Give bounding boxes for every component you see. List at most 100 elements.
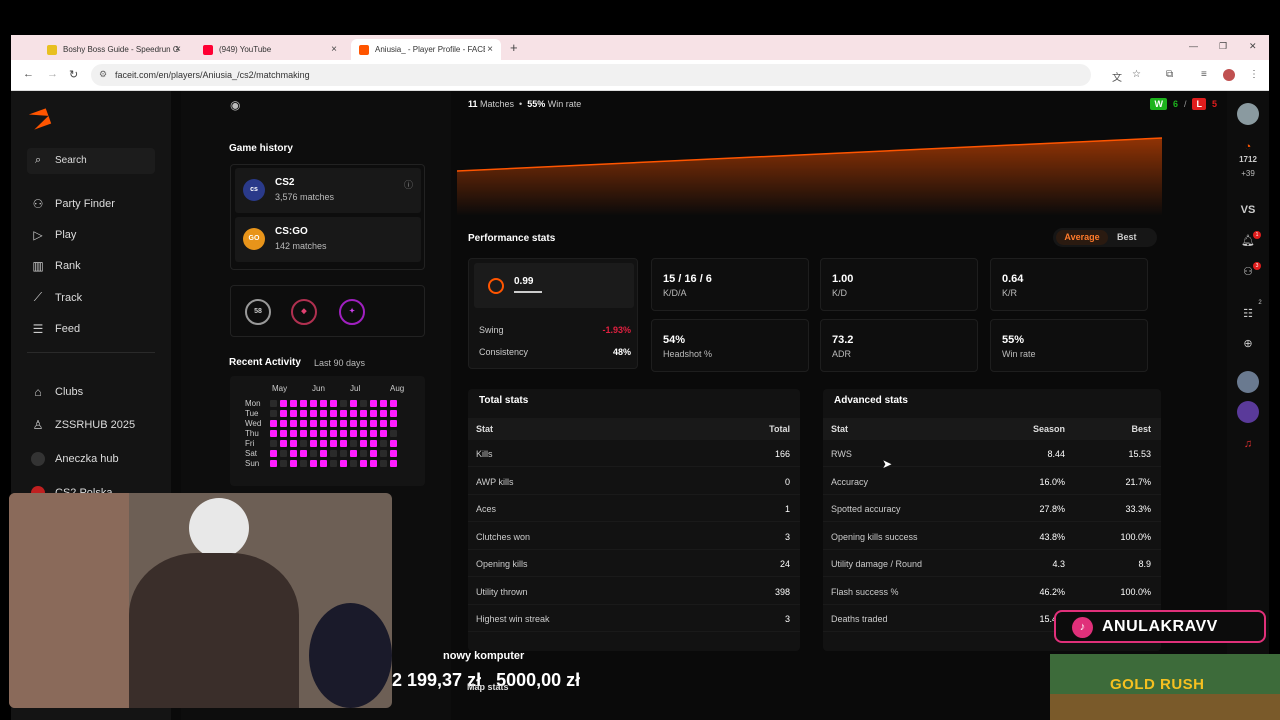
maximize-button[interactable]: ❐: [1219, 41, 1227, 52]
stat-name: Clutches won: [476, 531, 531, 542]
steam-icon[interactable]: ◉: [230, 98, 240, 112]
webcam-plush: [189, 498, 249, 558]
media-icon[interactable]: ≡: [1201, 69, 1207, 80]
tab-boshy[interactable]: Boshy Boss Guide - Speedrun G ×: [39, 39, 189, 60]
hub-icon: [31, 452, 45, 466]
sidebar-item-play[interactable]: ▷ Play: [31, 228, 76, 242]
faceit-logo[interactable]: [28, 108, 52, 130]
activity-cell: [300, 460, 307, 467]
tiktok-handle-overlay: ♪ ANULAKRAVV: [1054, 610, 1266, 643]
badge-icon[interactable]: 58: [245, 299, 271, 325]
extensions-icon[interactable]: ⧉: [1166, 69, 1173, 80]
url-field[interactable]: ⚙ faceit.com/en/players/Aniusia_/cs2/mat…: [91, 64, 1091, 86]
info-icon[interactable]: ⓘ: [404, 178, 413, 191]
badge-icon[interactable]: ✦: [339, 299, 365, 325]
activity-cell: [270, 410, 277, 417]
stat-card-adr: 73.2 ADR: [820, 319, 978, 372]
search-input[interactable]: ⌕ Search: [27, 148, 155, 174]
reload-icon[interactable]: ↻: [69, 68, 78, 81]
tiktok-icon: ♪: [1072, 617, 1093, 638]
activity-cell: [290, 420, 297, 427]
game-history-item-csgo[interactable]: GO CS:GO 142 matches: [235, 217, 421, 262]
forward-icon[interactable]: →: [47, 68, 58, 80]
stat-card-kr: 0.64 K/R: [990, 258, 1148, 311]
activity-cell: [390, 450, 397, 457]
table-row: RWS 8.44 15.53: [823, 440, 1161, 467]
elo-value: 1712: [1239, 155, 1257, 164]
badges-box: 58 ◆ ✦: [230, 285, 425, 337]
new-tab-button[interactable]: +: [510, 40, 518, 55]
sidebar-item-feed[interactable]: ☰ Feed: [31, 322, 80, 336]
sidebar-item-party-finder[interactable]: ⚇ Party Finder: [31, 197, 115, 211]
game-history-title: Game history: [229, 143, 293, 154]
headset-icon[interactable]: ♫: [1237, 438, 1259, 450]
consistency-value: 48%: [612, 347, 631, 357]
col-best: Best: [1131, 424, 1151, 434]
col-stat: Stat: [831, 424, 849, 434]
day-label: Thu: [245, 429, 259, 438]
activity-cell: [340, 460, 347, 467]
close-window-button[interactable]: ✕: [1249, 41, 1257, 52]
party-icon[interactable]: ☷: [1237, 307, 1259, 320]
user-avatar[interactable]: [1237, 103, 1259, 125]
day-label: Sun: [245, 459, 260, 468]
stat-name: Highest win streak: [476, 614, 550, 624]
tab-faceit[interactable]: Aniusia_ - Player Profile - FACEIT ×: [351, 39, 501, 60]
close-icon[interactable]: ×: [331, 44, 337, 55]
bookmark-star-icon[interactable]: ☆: [1132, 69, 1141, 80]
banner-ground: [1050, 694, 1280, 720]
col-season: Season: [1032, 424, 1065, 434]
activity-cell: [380, 410, 387, 417]
activity-cell: [340, 420, 347, 427]
stat-name: Opening kills success: [831, 531, 918, 542]
minimize-button[interactable]: —: [1189, 41, 1198, 51]
back-icon[interactable]: ←: [23, 68, 34, 80]
table-row: Kills 166: [468, 440, 800, 467]
sidebar-item-rank[interactable]: ▥ Rank: [31, 259, 81, 273]
activity-cell: [290, 450, 297, 457]
versus-button[interactable]: VS: [1237, 204, 1259, 216]
menu-icon[interactable]: ⋮: [1249, 69, 1259, 80]
winrate-label: Win rate: [547, 99, 582, 109]
activity-cell: [290, 410, 297, 417]
game-history-list: cs CS2 3,576 matches ⓘ GO CS:GO 142 matc…: [230, 164, 425, 270]
badge-icon[interactable]: ◆: [291, 299, 317, 325]
sidebar-item-clubs[interactable]: ⌂ Clubs: [31, 385, 83, 399]
site-info-icon[interactable]: ⚙: [99, 69, 107, 80]
friend-avatar[interactable]: [1237, 371, 1259, 393]
day-label: Tue: [245, 409, 259, 418]
party-count: 2: [1258, 300, 1262, 306]
activity-cell: [270, 460, 277, 467]
search-label: Search: [55, 155, 87, 166]
stat-label: K/D: [832, 288, 848, 298]
performance-stats-title: Performance stats: [468, 233, 556, 244]
tab-youtube[interactable]: (949) YouTube ×: [195, 39, 345, 60]
sidebar-item-label: Rank: [55, 260, 81, 272]
stat-best: 8.9: [1138, 559, 1151, 569]
add-icon[interactable]: ⊕: [1237, 337, 1259, 350]
sidebar-item-aneczka-hub[interactable]: Aneczka hub: [31, 452, 119, 466]
activity-cell: [280, 410, 287, 417]
toggle-average[interactable]: Average: [1056, 230, 1108, 245]
faceit-icon: [359, 44, 369, 55]
close-icon[interactable]: ×: [175, 44, 181, 55]
activity-cell: [320, 440, 327, 447]
sidebar-item-zssrhub[interactable]: ♙ ZSSRHUB 2025: [31, 418, 135, 432]
friend-avatar[interactable]: [1237, 401, 1259, 423]
sidebar-item-track[interactable]: ⟋ Track: [31, 290, 82, 305]
game-history-item-cs2[interactable]: cs CS2 3,576 matches ⓘ: [235, 168, 421, 213]
close-icon[interactable]: ×: [487, 44, 493, 55]
toggle-best[interactable]: Best: [1117, 230, 1137, 245]
total-stats-title: Total stats: [479, 395, 529, 406]
activity-cell: [310, 410, 317, 417]
table-row: Highest win streak 3: [468, 605, 800, 632]
activity-cell: [280, 440, 287, 447]
activity-cell: [330, 420, 337, 427]
translate-icon[interactable]: 文: [1112, 69, 1122, 84]
stat-best: 100.0%: [1120, 586, 1151, 597]
sponsor-banner: GOLD RUSH: [1050, 654, 1280, 720]
profile-avatar[interactable]: [1223, 69, 1235, 81]
stat-name: Utility damage / Round: [831, 559, 923, 569]
activity-cell: [290, 430, 297, 437]
cs2-icon: cs: [243, 179, 265, 201]
